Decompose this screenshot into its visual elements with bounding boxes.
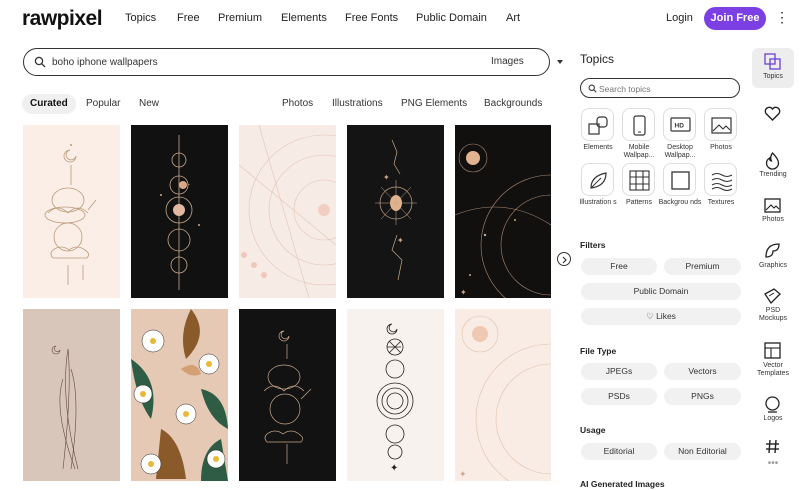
topics-panel-title: Topics: [580, 52, 615, 66]
topic-search-input[interactable]: [599, 82, 729, 95]
image-icon[interactable]: [764, 198, 781, 213]
file-type-title: File Type: [580, 346, 617, 356]
tab-illustrations[interactable]: Illustrations: [332, 94, 383, 114]
topic-label: Photos: [710, 144, 732, 151]
ai-generated-title: AI Generated Images: [580, 479, 665, 489]
topic-label: Textures: [707, 199, 735, 206]
hashtag-icon[interactable]: [765, 439, 780, 454]
wallpaper-thumbnail[interactable]: [23, 125, 120, 298]
desktop-icon: HD: [670, 117, 691, 132]
tab-backgrounds[interactable]: Backgrounds: [484, 94, 542, 114]
search-type-select[interactable]: Images: [491, 56, 524, 67]
wallpaper-thumbnail[interactable]: [131, 309, 228, 481]
nav-premium[interactable]: Premium: [218, 12, 262, 24]
topic-patterns[interactable]: [622, 163, 655, 196]
logo-icon[interactable]: [764, 396, 781, 413]
svg-text:✦: ✦: [460, 288, 467, 297]
wallpaper-thumbnail[interactable]: ✦: [455, 125, 551, 298]
filter-free[interactable]: Free: [581, 258, 657, 275]
tab-new[interactable]: New: [139, 94, 159, 114]
wallpaper-thumbnail[interactable]: ✦ ✦: [347, 125, 444, 298]
filetype-jpegs[interactable]: JPEGs: [581, 363, 657, 380]
usage-editorial[interactable]: Editorial: [581, 443, 657, 460]
nav-free[interactable]: Free: [177, 12, 200, 24]
usage-non-editorial[interactable]: Non Editorial: [664, 443, 741, 460]
graphics-icon[interactable]: [764, 242, 781, 259]
filter-likes[interactable]: ♡ Likes: [581, 308, 741, 325]
topic-elements[interactable]: [581, 108, 614, 141]
elements-icon: [588, 116, 608, 135]
filetype-psds[interactable]: PSDs: [581, 388, 657, 405]
tab-curated[interactable]: Curated: [22, 94, 76, 114]
search-input[interactable]: [52, 54, 432, 70]
more-dots-icon[interactable]: •••: [751, 459, 795, 469]
topic-desktop-wallpapers[interactable]: HD: [663, 108, 696, 141]
nav-free-fonts[interactable]: Free Fonts: [345, 12, 398, 24]
topic-mobile-wallpapers[interactable]: [622, 108, 655, 141]
topic-textures[interactable]: [704, 163, 737, 196]
search-bar: Images: [23, 48, 563, 76]
topic-illustrations[interactable]: [581, 163, 614, 196]
wallpaper-thumbnail[interactable]: [131, 125, 228, 298]
flame-icon[interactable]: [765, 152, 780, 170]
nav-public-domain[interactable]: Public Domain: [416, 12, 487, 24]
top-nav: rawpixel Topics Free Premium Elements Fr…: [0, 0, 800, 38]
rail-graphics-label[interactable]: Graphics: [751, 262, 795, 270]
filter-premium[interactable]: Premium: [664, 258, 741, 275]
tab-photos[interactable]: Photos: [282, 94, 313, 114]
photo-icon: [711, 117, 732, 134]
nav-art[interactable]: Art: [506, 12, 520, 24]
wallpaper-thumbnail[interactable]: [23, 309, 120, 481]
nav-elements[interactable]: Elements: [281, 12, 327, 24]
rail-photos-label[interactable]: Photos: [751, 216, 795, 224]
svg-text:✦: ✦: [397, 236, 404, 245]
tab-png-elements[interactable]: PNG Elements: [401, 94, 467, 114]
wallpaper-thumbnail[interactable]: [239, 125, 336, 298]
filter-likes-label: Likes: [656, 311, 676, 321]
more-menu-icon[interactable]: ⋮: [775, 10, 789, 24]
nav-topics[interactable]: Topics: [125, 12, 156, 24]
heart-icon[interactable]: [764, 106, 781, 121]
chevron-right-icon[interactable]: [557, 252, 571, 266]
search-icon: [588, 84, 597, 93]
tab-popular[interactable]: Popular: [86, 94, 120, 114]
grid-icon: [629, 170, 650, 191]
square-icon: [671, 171, 690, 190]
psd-icon[interactable]: [764, 288, 781, 304]
svg-text:✦: ✦: [390, 463, 398, 474]
rail-logos-label[interactable]: Logos: [751, 415, 795, 423]
filetype-vectors[interactable]: Vectors: [664, 363, 741, 380]
join-free-button[interactable]: Join Free: [704, 7, 766, 30]
mobile-icon: [633, 115, 646, 136]
filter-public-domain[interactable]: Public Domain: [581, 283, 741, 300]
login-link[interactable]: Login: [666, 12, 693, 24]
topic-search-bar: [580, 78, 740, 98]
rawpixel-logo[interactable]: rawpixel: [22, 7, 103, 31]
filters-title: Filters: [580, 240, 606, 250]
filetype-pngs[interactable]: PNGs: [664, 388, 741, 405]
usage-title: Usage: [580, 425, 606, 435]
rail-topics-label[interactable]: Topics: [751, 73, 795, 81]
leaf-icon: [590, 172, 607, 189]
topics-icon[interactable]: [764, 53, 781, 70]
heart-icon: ♡: [646, 311, 654, 321]
topic-backgrounds[interactable]: [663, 163, 696, 196]
search-icon: [34, 56, 46, 68]
svg-text:✦: ✦: [383, 173, 390, 182]
wallpaper-thumbnail[interactable]: [239, 309, 336, 481]
wallpaper-thumbnail[interactable]: ✦: [455, 309, 551, 481]
svg-text:✦: ✦: [459, 470, 467, 480]
wallpaper-thumbnail[interactable]: ✦: [347, 309, 444, 481]
chevron-down-icon[interactable]: [557, 60, 563, 64]
rail-psd-mockups-label[interactable]: PSD Mockups: [751, 307, 795, 323]
template-icon[interactable]: [764, 342, 781, 359]
rail-trending-label[interactable]: Trending: [751, 171, 795, 179]
waves-icon: [711, 172, 732, 191]
topic-photos[interactable]: [704, 108, 737, 141]
rail-vector-templates-label[interactable]: Vector Templates: [751, 362, 795, 378]
svg-text:HD: HD: [675, 123, 685, 130]
